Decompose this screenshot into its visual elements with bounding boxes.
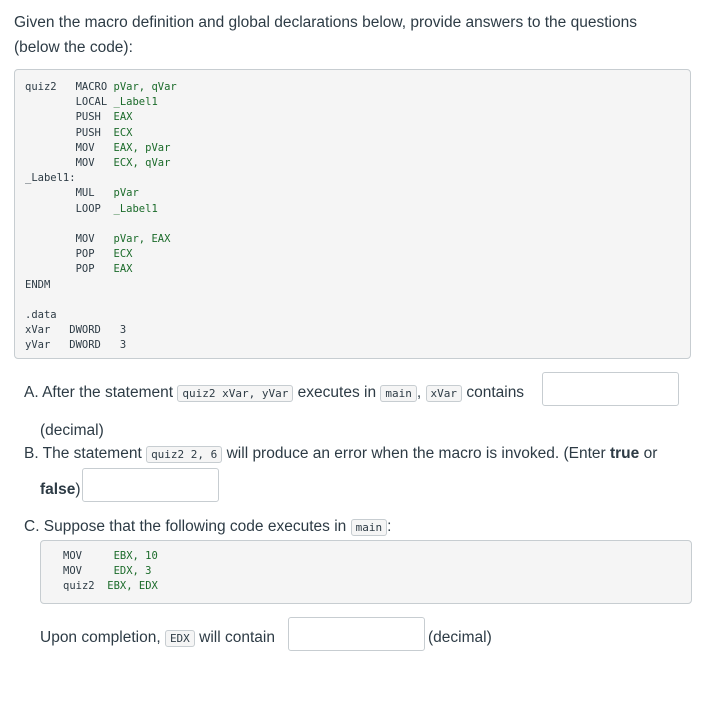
macro-code-token: MOV [25,141,114,154]
macro-code-token: MOV [25,157,114,170]
macro-code-line [25,293,177,308]
mini-code-line: quiz2 EBX, EDX [63,579,158,594]
macro-code-block: quiz2 MACRO pVar, qVar LOCAL _Label1 PUS… [14,69,691,359]
qb-prefix: B. The statement [24,445,142,462]
macro-code: quiz2 MACRO pVar, qVar LOCAL _Label1 PUS… [25,80,177,354]
answer-b-input[interactable] [82,468,219,502]
qc-will: will contain [199,629,275,646]
macro-code-token: EAX [113,111,133,124]
qb-line2: false) [40,479,81,501]
macro-code-token: MOV [25,233,114,246]
mini-code-line: MOV EDX, 3 [63,564,158,579]
macro-code-token: _Label1 [113,96,158,109]
macro-code-token: _Label1: [25,172,76,185]
qa-suffix: contains [466,384,525,401]
intro-text: Given the macro definition and global de… [14,14,637,56]
macro-code-token: 3 [119,339,127,352]
macro-code-token: pVar [113,187,139,200]
mini-code-token: EBX, 10 [113,550,158,562]
mini-code-token: EDX, 3 [113,565,152,578]
macro-code-line: MUL pVar [25,186,177,201]
qa-unit: (decimal) [40,422,104,439]
macro-code-line: LOCAL _Label1 [25,95,177,110]
mini-code-token: EBX, EDX [107,580,158,593]
qa-code-xvar: xVar [425,385,463,402]
qb-or: or [643,445,658,462]
macro-code-token: xVar [25,324,70,337]
macro-code-token: EAX, pVar [113,141,171,154]
macro-code-token: PUSH [25,126,114,139]
macro-code-line [25,217,177,232]
macro-code-token: DWORD [69,324,120,337]
macro-code-token: _Label1 [113,202,158,215]
macro-code-token: DWORD [69,339,120,352]
macro-code-token: MACRO [75,81,114,93]
macro-code-line: _Label1: [25,171,177,186]
answer-a-input[interactable] [542,372,679,406]
macro-code-line: MOV ECX, qVar [25,156,177,171]
qa-comma: , [416,384,422,401]
macro-code-token: yVar [25,339,70,352]
qa-prefix: A. After the statement [24,384,174,401]
macro-code-token: POP [25,248,114,261]
macro-code-token: ECX, qVar [113,157,171,170]
mini-code-token: quiz2 [63,580,108,593]
qc-unit: (decimal) [428,629,492,646]
question-c: C. Suppose that the following code execu… [24,516,391,539]
macro-code-token: EAX [113,263,133,276]
mini-code: MOV EBX, 10 MOV EDX, 3 quiz2 EBX, EDX [63,549,158,595]
qc-upon: Upon completion, [40,629,161,646]
macro-code-token: ENDM [25,278,51,291]
macro-code-token: 3 [119,324,127,337]
qb-code: quiz2 2, 6 [146,446,223,463]
macro-code-line: quiz2 MACRO pVar, qVar [25,80,177,95]
macro-code-token: pVar, qVar [113,81,177,93]
mini-code-block: MOV EBX, 10 MOV EDX, 3 quiz2 EBX, EDX [40,540,692,604]
macro-code-token: LOCAL [25,96,114,109]
macro-code-line: ENDM [25,278,177,293]
question-b: B. The statement quiz2 2, 6 will produce… [24,443,657,466]
qa-code-main: main [380,385,417,402]
macro-code-token: ECX [113,126,133,139]
qb-false: false [40,481,76,498]
macro-code-token: MUL [25,187,114,200]
mini-code-line: MOV EBX, 10 [63,549,158,564]
question-a: A. After the statement quiz2 xVar, yVar … [24,382,524,405]
macro-code-line: .data [25,308,177,323]
macro-code-line: PUSH EAX [25,110,177,125]
macro-code-token: pVar, EAX [113,233,171,246]
answer-c-input[interactable] [288,617,425,651]
macro-code-token: .data [25,309,57,322]
qa-code-quiz2: quiz2 xVar, yVar [177,385,294,402]
macro-code-line: POP EAX [25,262,177,277]
macro-code-token: quiz2 [25,81,76,93]
macro-code-line: PUSH ECX [25,126,177,141]
macro-code-token: LOOP [25,202,114,215]
macro-code-line: MOV pVar, EAX [25,232,177,247]
mini-code-token: MOV [63,565,114,578]
macro-code-token: PUSH [25,111,114,124]
mini-code-token: MOV [63,550,114,562]
macro-code-line: MOV EAX, pVar [25,141,177,156]
qc-code-main: main [350,519,388,536]
macro-code-token: ECX [113,248,133,261]
qc-code-edx: EDX [164,630,195,647]
macro-code-line: yVar DWORD 3 [25,338,177,353]
qb-suffix: will produce an error when the macro is … [226,445,606,462]
qb-true: true [609,445,640,462]
macro-code-token: POP [25,263,114,276]
qc-completion: Upon completion, EDX will contain [40,627,275,650]
qa-mid: executes in [297,384,377,401]
macro-code-line: xVar DWORD 3 [25,323,177,338]
macro-code-line: LOOP _Label1 [25,202,177,217]
macro-code-line: POP ECX [25,247,177,262]
qc-colon: : [387,518,392,535]
qb-close: ) [75,481,81,498]
qc-prefix: C. Suppose that the following code execu… [24,518,347,535]
